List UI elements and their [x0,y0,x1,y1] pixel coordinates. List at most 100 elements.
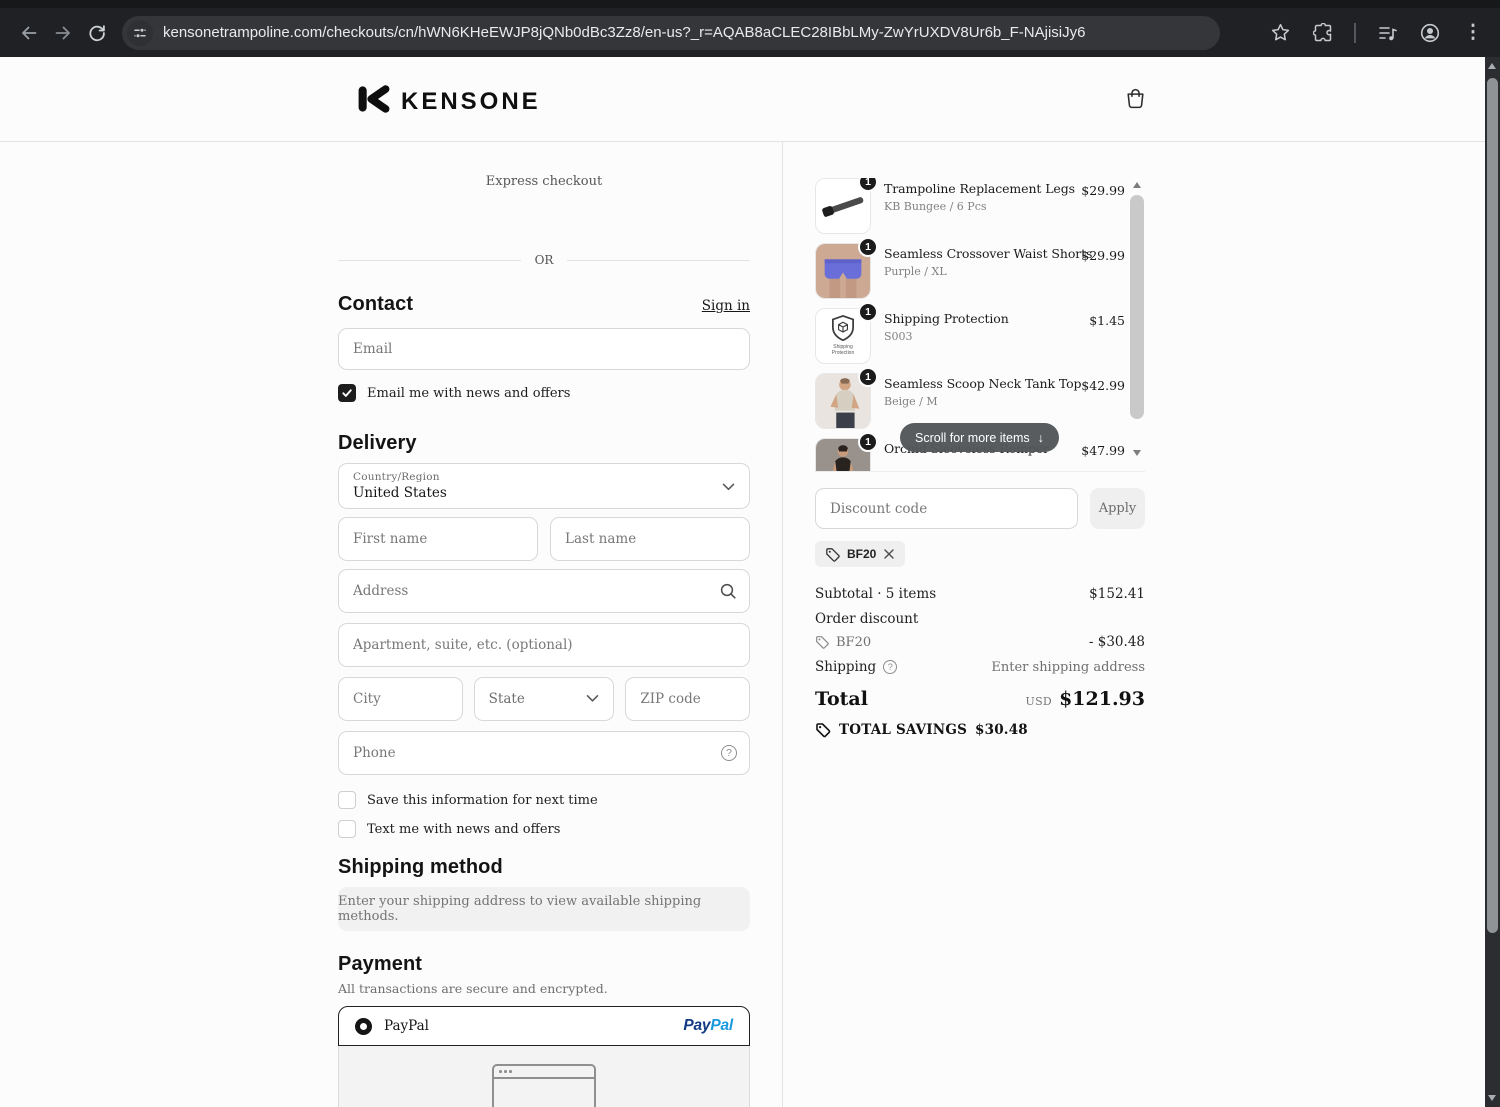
email-field[interactable] [338,328,750,370]
first-name-field[interactable] [338,517,538,561]
text-offers-checkbox[interactable] [338,820,356,838]
page-scrollbar[interactable] [1485,57,1500,1107]
city-field[interactable] [338,677,463,721]
browser-toolbar: kensonetrampoline.com/checkouts/cn/hWN6K… [0,8,1500,57]
screen: kensonetrampoline.com/checkouts/cn/hWN6K… [0,0,1500,1107]
newsletter-label: Email me with news and offers [367,385,571,401]
chevron-down-icon [586,691,599,707]
savings-label: TOTAL SAVINGS [839,722,968,738]
item-variant: Purple / XL [884,265,947,278]
state-select[interactable]: State [473,677,615,721]
quantity-badge: 1 [858,237,878,257]
savings-value: $30.48 [975,722,1028,738]
phone-help-icon[interactable]: ? [721,745,737,761]
items-scroll-up-icon[interactable] [1133,182,1141,188]
down-arrow-icon: ↓ [1037,430,1044,445]
reload-icon[interactable] [80,16,114,50]
totals-section: Subtotal · 5 items $152.41 Order discoun… [815,586,1145,738]
applied-discount-chip: BF20 [815,541,906,567]
save-info-checkbox[interactable] [338,791,356,809]
paypal-option-label: PayPal [384,1018,429,1034]
site-info-icon[interactable] [127,19,153,46]
address-field[interactable] [338,569,750,613]
remove-discount-icon[interactable] [883,548,895,560]
country-select[interactable]: Country/Region United States [338,463,750,509]
phone-field[interactable] [338,731,750,775]
extensions-icon[interactable] [1306,16,1340,50]
item-title: Trampoline Replacement Legs [884,181,1075,196]
menu-icon[interactable]: ⋮ [1456,16,1490,50]
payment-title: Payment [338,953,423,975]
quantity-badge: 1 [858,178,878,192]
store-logo[interactable]: KENSONE [355,81,541,122]
item-title: Seamless Crossover Waist Shorts [884,246,1093,261]
newsletter-checkbox[interactable] [338,384,356,402]
scrollbar-up-arrow-icon[interactable] [1488,63,1496,69]
shipping-method-empty-state: Enter your shipping address to view avai… [338,887,750,931]
discount-code-input[interactable] [815,488,1078,529]
country-label: Country/Region [353,471,440,483]
items-scrollbar[interactable] [1130,178,1145,472]
order-discount-label: Order discount [815,611,919,627]
search-icon [719,582,737,600]
country-value: United States [353,485,447,501]
item-price: $47.99 [1081,443,1125,458]
shipping-method-title: Shipping method [338,856,503,878]
media-controls-icon[interactable] [1370,16,1404,50]
store-header: KENSONE [0,57,1485,142]
cart-item: 1 Trampoline Replacement Legs KB Bungee … [815,178,1145,234]
paypal-redirect-panel [338,1046,750,1107]
items-scroll-down-icon[interactable] [1133,450,1141,456]
item-price: $29.99 [1081,248,1125,263]
tag-icon [825,547,840,562]
payment-subtitle: All transactions are secure and encrypte… [338,981,608,996]
subtotal-label: Subtotal · 5 items [815,586,937,602]
scrollbar-down-arrow-icon[interactable] [1488,1095,1496,1101]
cart-bag-icon[interactable] [1124,86,1147,115]
page-scrollbar-thumb[interactable] [1487,78,1498,933]
subtotal-value: $152.41 [1089,586,1145,602]
item-title: Seamless Scoop Neck Tank Top [884,376,1082,391]
url-bar[interactable]: kensonetrampoline.com/checkouts/cn/hWN6K… [122,15,1220,50]
item-price: $42.99 [1081,378,1125,393]
back-icon[interactable] [12,16,46,50]
browser-chrome: kensonetrampoline.com/checkouts/cn/hWN6K… [0,0,1500,57]
forward-icon[interactable] [46,16,80,50]
item-price: $1.45 [1089,313,1125,328]
bookmark-star-icon[interactable] [1263,16,1297,50]
shipping-value: Enter shipping address [991,659,1145,675]
brand-name: KENSONE [401,87,541,115]
radio-selected-icon[interactable] [355,1017,372,1035]
or-divider: OR [338,253,750,267]
sign-in-link[interactable]: Sign in [702,298,750,314]
apartment-field[interactable] [338,623,750,667]
check-icon [342,389,352,397]
brand-k-mark-icon [355,81,391,122]
toolbar-divider [1354,22,1356,43]
item-price: $29.99 [1081,183,1125,198]
quantity-badge: 1 [858,302,878,322]
apply-discount-button[interactable]: Apply [1090,488,1145,529]
discount-row-code: BF20 [836,634,872,650]
quantity-badge: 1 [858,432,878,452]
item-variant: KB Bungee / 6 Pcs [884,200,987,213]
shipping-help-icon[interactable]: ? [883,660,898,674]
payment-option-paypal[interactable]: PayPal PayPal [338,1006,750,1046]
scroll-for-more-button[interactable]: Scroll for more items ↓ [900,423,1059,452]
last-name-field[interactable] [550,517,750,561]
currency-code: USD [1025,695,1053,708]
chevron-down-icon [722,477,735,496]
total-savings-row: TOTAL SAVINGS $30.48 [815,722,1145,738]
shipping-label: Shipping [815,659,877,675]
cart-item: 1 Seamless Crossover Waist Shorts Purple… [815,237,1145,299]
cart-item: Shipping Protection 1 Shipping Protectio… [815,302,1145,364]
product-thumbnail: 1 [815,178,878,234]
paypal-logo: PayPal [683,1017,733,1034]
item-variant: Beige / M [884,395,938,408]
items-scrollbar-thumb[interactable] [1130,195,1144,419]
text-offers-label: Text me with news and offers [367,821,561,837]
profile-icon[interactable] [1413,16,1447,50]
product-thumbnail: 1 [815,367,878,429]
item-title: Shipping Protection [884,311,1009,326]
zip-code-field[interactable] [625,677,751,721]
